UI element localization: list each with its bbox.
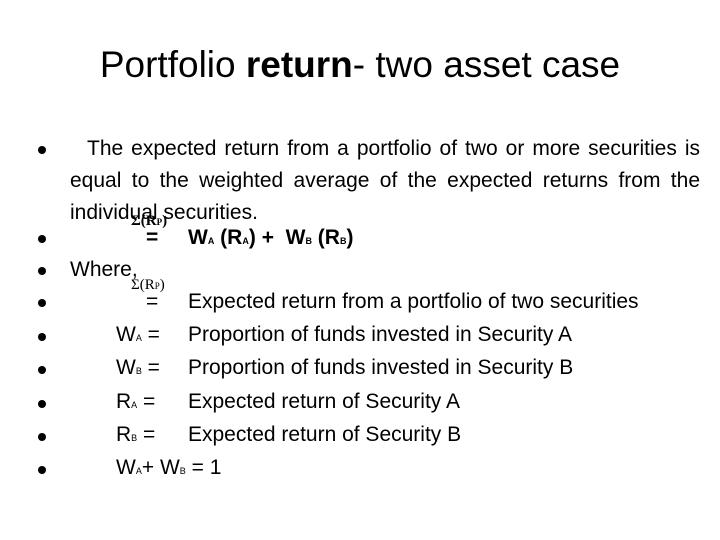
bullet-icon: [38, 235, 46, 243]
weight-a: W: [188, 226, 208, 249]
definition-term: RB =: [116, 423, 155, 447]
bullet-icon: [38, 333, 46, 341]
title-text-end: - two asset case: [352, 44, 621, 85]
definition-text: Expected return of Security B: [188, 423, 462, 446]
bullet-icon: [38, 433, 46, 441]
term-text: W: [116, 323, 136, 346]
plus-sign: +: [261, 226, 274, 249]
term-text: R: [116, 423, 132, 446]
weight-b: W: [159, 456, 180, 479]
definition-term: WA =: [116, 323, 160, 347]
term-text: R: [116, 390, 132, 413]
definition-term: WB =: [116, 356, 160, 380]
subscript: B: [339, 236, 347, 246]
return-b: (R: [317, 226, 340, 249]
paren: ): [248, 226, 256, 249]
paren: ): [162, 213, 168, 229]
subscript: A: [131, 400, 138, 410]
subscript: A: [207, 236, 215, 246]
title-bold-text: return: [245, 44, 353, 85]
equals: =: [141, 323, 160, 346]
equals-one: = 1: [185, 456, 222, 479]
formula-expression: WA (RA) + WB (RB): [188, 226, 353, 250]
definition-text: Expected return from a portfolio of two …: [188, 290, 639, 313]
definition-equals: =: [146, 290, 159, 313]
where-label: Where,: [70, 258, 138, 281]
equals: =: [137, 423, 156, 446]
definition-text: Expected return of Security A: [188, 390, 460, 413]
definition-text: Proportion of funds invested in Security…: [188, 356, 574, 379]
bullet-icon: [38, 366, 46, 374]
paren: ): [346, 226, 354, 249]
formula-equals: =: [146, 226, 159, 249]
equals: =: [137, 390, 156, 413]
subscript: A: [135, 333, 142, 343]
definition-text: Proportion of funds invested in Security…: [188, 323, 573, 346]
subscript: A: [135, 466, 142, 476]
equals: =: [141, 356, 160, 379]
title-text: Portfolio: [99, 44, 246, 85]
subscript: B: [135, 366, 142, 376]
subscript: B: [179, 466, 186, 476]
bullet-icon: [38, 299, 46, 307]
plus-sign: +: [141, 456, 160, 479]
bullet-icon: [38, 466, 46, 474]
slide-title: Portfolio return- two asset case: [0, 44, 720, 86]
subscript: A: [242, 236, 249, 246]
weights-sum-constraint: WA+ WB = 1: [116, 456, 221, 480]
bullet-icon: [38, 267, 46, 275]
return-a: (R: [220, 226, 243, 249]
term-text: W: [116, 356, 136, 379]
bullet-icon: [38, 400, 46, 408]
bullet-icon: [38, 146, 46, 154]
definition-term: RA =: [116, 390, 155, 414]
weight-b: W: [285, 226, 306, 249]
subscript: B: [305, 236, 312, 246]
weight-a: W: [116, 456, 136, 479]
subscript: B: [131, 433, 138, 443]
paren: ): [159, 277, 165, 293]
